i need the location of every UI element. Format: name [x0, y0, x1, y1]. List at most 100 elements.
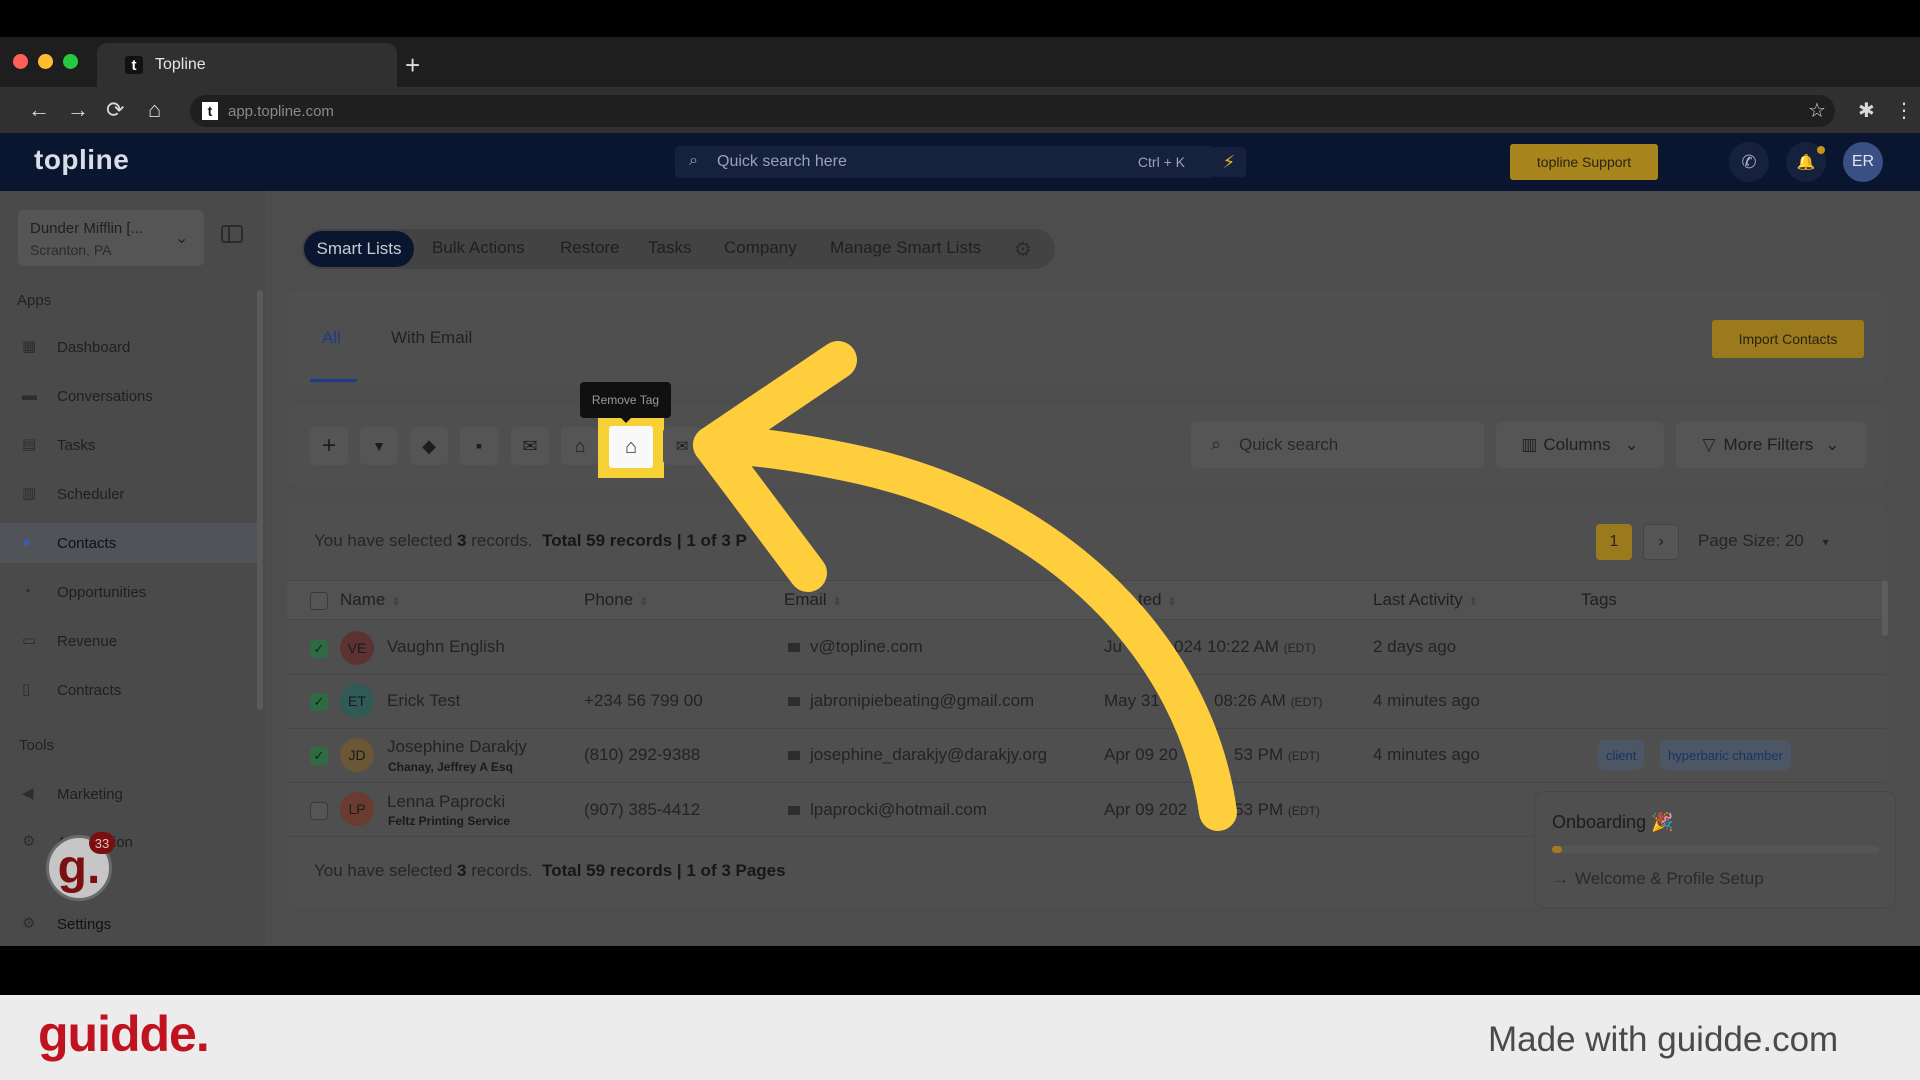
- tab-bulk-actions[interactable]: Bulk Actions: [432, 238, 525, 258]
- browser-tab[interactable]: t Topline: [97, 43, 397, 87]
- reload-icon[interactable]: ⟳: [106, 97, 124, 123]
- avatar: ET: [340, 684, 374, 718]
- row-checkbox[interactable]: ✓: [310, 693, 328, 711]
- welcome-profile-setup-link[interactable]: → Welcome & Profile Setup: [1552, 869, 1764, 889]
- selection-prefix: You have selected: [314, 531, 458, 550]
- support-button[interactable]: topline Support: [1510, 144, 1658, 180]
- subtab-with-email[interactable]: With Email: [391, 328, 472, 348]
- sidebar-item-automation[interactable]: ⚙ Automation: [0, 822, 257, 862]
- tab-restore[interactable]: Restore: [560, 238, 620, 258]
- email-text: jabronipiebeating@gmail.com: [810, 691, 1035, 710]
- minimize-window-button[interactable]: [38, 54, 53, 69]
- filter-icon[interactable]: ▼: [360, 427, 398, 465]
- global-search-input[interactable]: ⌕ Quick search here Ctrl + K: [675, 146, 1215, 178]
- tab-manage-smart-lists[interactable]: Manage Smart Lists: [830, 238, 981, 258]
- page-size-select[interactable]: Page Size: 20 ▾: [1698, 531, 1829, 551]
- topline-logo[interactable]: topline: [34, 144, 129, 176]
- column-header-tags[interactable]: Tags: [1581, 590, 1617, 610]
- import-contacts-button[interactable]: Import Contacts: [1712, 320, 1864, 358]
- sidebar-item-scheduler[interactable]: ▥ Scheduler: [0, 474, 257, 514]
- sidebar-item-contacts[interactable]: ● Contacts: [0, 523, 257, 563]
- column-header-last-activity[interactable]: Last Activity ⇕: [1373, 590, 1478, 610]
- sidebar-item-dashboard[interactable]: ▦ Dashboard: [0, 327, 257, 367]
- columns-dropdown[interactable]: ▥ Columns ⌄: [1496, 422, 1664, 468]
- sidebar-item-contracts[interactable]: ▯ Contracts: [0, 670, 257, 710]
- contact-email[interactable]: jabronipiebeating@gmail.com: [788, 691, 1034, 711]
- add-tag-icon[interactable]: ⌂: [561, 427, 599, 465]
- contact-phone[interactable]: +234 56 799 00: [584, 691, 703, 711]
- row-checkbox[interactable]: ✓: [310, 640, 328, 658]
- email-icon[interactable]: ✉: [511, 427, 549, 465]
- extensions-puzzle-icon[interactable]: ✱: [1858, 98, 1875, 124]
- back-arrow-icon[interactable]: ←: [28, 97, 50, 123]
- sidebar-collapse-icon[interactable]: [221, 225, 243, 243]
- tab-tasks[interactable]: Tasks: [648, 238, 691, 258]
- created-time: 024 10:22 AM: [1174, 637, 1279, 656]
- search-icon: ⌕: [689, 152, 698, 169]
- page-size-label: Page Size: 20: [1698, 531, 1804, 550]
- onboarding-link-label: Welcome & Profile Setup: [1575, 869, 1764, 888]
- contacts-search-input[interactable]: ⌕ Quick search: [1191, 422, 1484, 468]
- contact-email[interactable]: v@topline.com: [788, 637, 923, 657]
- row-checkbox[interactable]: ✓: [310, 747, 328, 765]
- guidde-logo[interactable]: guidde.: [38, 1005, 210, 1063]
- contact-name[interactable]: Lenna Paprocki: [387, 792, 505, 812]
- sidebar-item-opportunities[interactable]: ◔ Opportunities: [0, 572, 257, 612]
- table-row[interactable]: [287, 675, 1887, 729]
- gear-icon[interactable]: ⚙: [1014, 237, 1032, 262]
- select-all-checkbox[interactable]: [310, 592, 328, 610]
- contact-name[interactable]: Erick Test: [387, 691, 460, 711]
- site-favicon-icon: t: [202, 102, 218, 120]
- tooltip-arrow: [621, 418, 631, 423]
- sidebar-item-revenue[interactable]: ▭ Revenue: [0, 621, 257, 661]
- contact-email[interactable]: josephine_darakjy@darakjy.org: [788, 745, 1047, 765]
- sidebar-item-tasks[interactable]: ▤ Tasks: [0, 425, 257, 465]
- sidebar-item-settings[interactable]: ⚙ Settings: [0, 904, 257, 944]
- contact-phone[interactable]: (810) 292-9388: [584, 745, 700, 765]
- more-filters-dropdown[interactable]: ▽ More Filters ⌄: [1676, 422, 1866, 468]
- sidebar-item-conversations[interactable]: ▬ Conversations: [0, 376, 257, 416]
- chevron-down-icon: ⌄: [1624, 435, 1639, 454]
- tag-client[interactable]: client: [1598, 740, 1645, 770]
- add-contact-button[interactable]: +: [310, 427, 348, 465]
- table-row[interactable]: [287, 729, 1887, 783]
- chevron-down-icon[interactable]: ⌄: [175, 228, 188, 248]
- remove-tag-button[interactable]: ⌂: [609, 426, 653, 468]
- tag-hyperbaric-chamber[interactable]: hyperbaric chamber: [1660, 740, 1791, 770]
- contact-phone[interactable]: (907) 385-4412: [584, 800, 700, 820]
- send-review-icon[interactable]: ✉: [663, 427, 701, 465]
- tab-smart-lists[interactable]: Smart Lists: [304, 231, 414, 267]
- table-row[interactable]: [287, 621, 1887, 675]
- lightning-bolt-icon[interactable]: ⚡: [1212, 147, 1246, 177]
- subtab-all[interactable]: All: [322, 328, 341, 348]
- contact-name[interactable]: Vaughn English: [387, 637, 505, 657]
- next-page-button[interactable]: ›: [1643, 524, 1679, 560]
- browser-menu-icon[interactable]: ⋮: [1894, 98, 1914, 124]
- maximize-window-button[interactable]: [63, 54, 78, 69]
- mail-icon: [788, 806, 800, 816]
- column-header-created[interactable]: ted ⇕: [1138, 590, 1177, 610]
- sidebar-scrollbar[interactable]: [257, 290, 263, 710]
- contact-name[interactable]: Josephine Darakjy: [387, 737, 527, 757]
- new-tab-button[interactable]: +: [405, 50, 420, 80]
- column-header-name[interactable]: Name ⇕: [340, 590, 401, 610]
- bookmark-star-icon[interactable]: ☆: [1808, 98, 1826, 124]
- phone-icon[interactable]: ✆: [1729, 142, 1769, 182]
- home-icon[interactable]: ⌂: [148, 97, 161, 123]
- workflow-robot-icon[interactable]: ◆: [410, 427, 448, 465]
- row-checkbox[interactable]: [310, 802, 328, 820]
- close-window-button[interactable]: [13, 54, 28, 69]
- column-header-email[interactable]: Email ⇕: [784, 590, 842, 610]
- apps-heading: Apps: [17, 292, 52, 309]
- forward-arrow-icon[interactable]: →: [67, 97, 89, 123]
- page-1-button[interactable]: 1: [1596, 524, 1632, 560]
- sidebar-item-label: Conversations: [57, 387, 153, 405]
- tab-company[interactable]: Company: [724, 238, 797, 258]
- column-header-phone[interactable]: Phone ⇕: [584, 590, 648, 610]
- sidebar-item-marketing[interactable]: ◀ Marketing: [0, 774, 257, 814]
- made-with-guidde[interactable]: Made with guidde.com: [1488, 1020, 1838, 1060]
- user-avatar[interactable]: ER: [1843, 142, 1883, 182]
- contact-email[interactable]: lpaprocki@hotmail.com: [788, 800, 987, 820]
- message-icon[interactable]: ▪: [460, 427, 498, 465]
- url-field[interactable]: t app.topline.com: [190, 95, 1835, 127]
